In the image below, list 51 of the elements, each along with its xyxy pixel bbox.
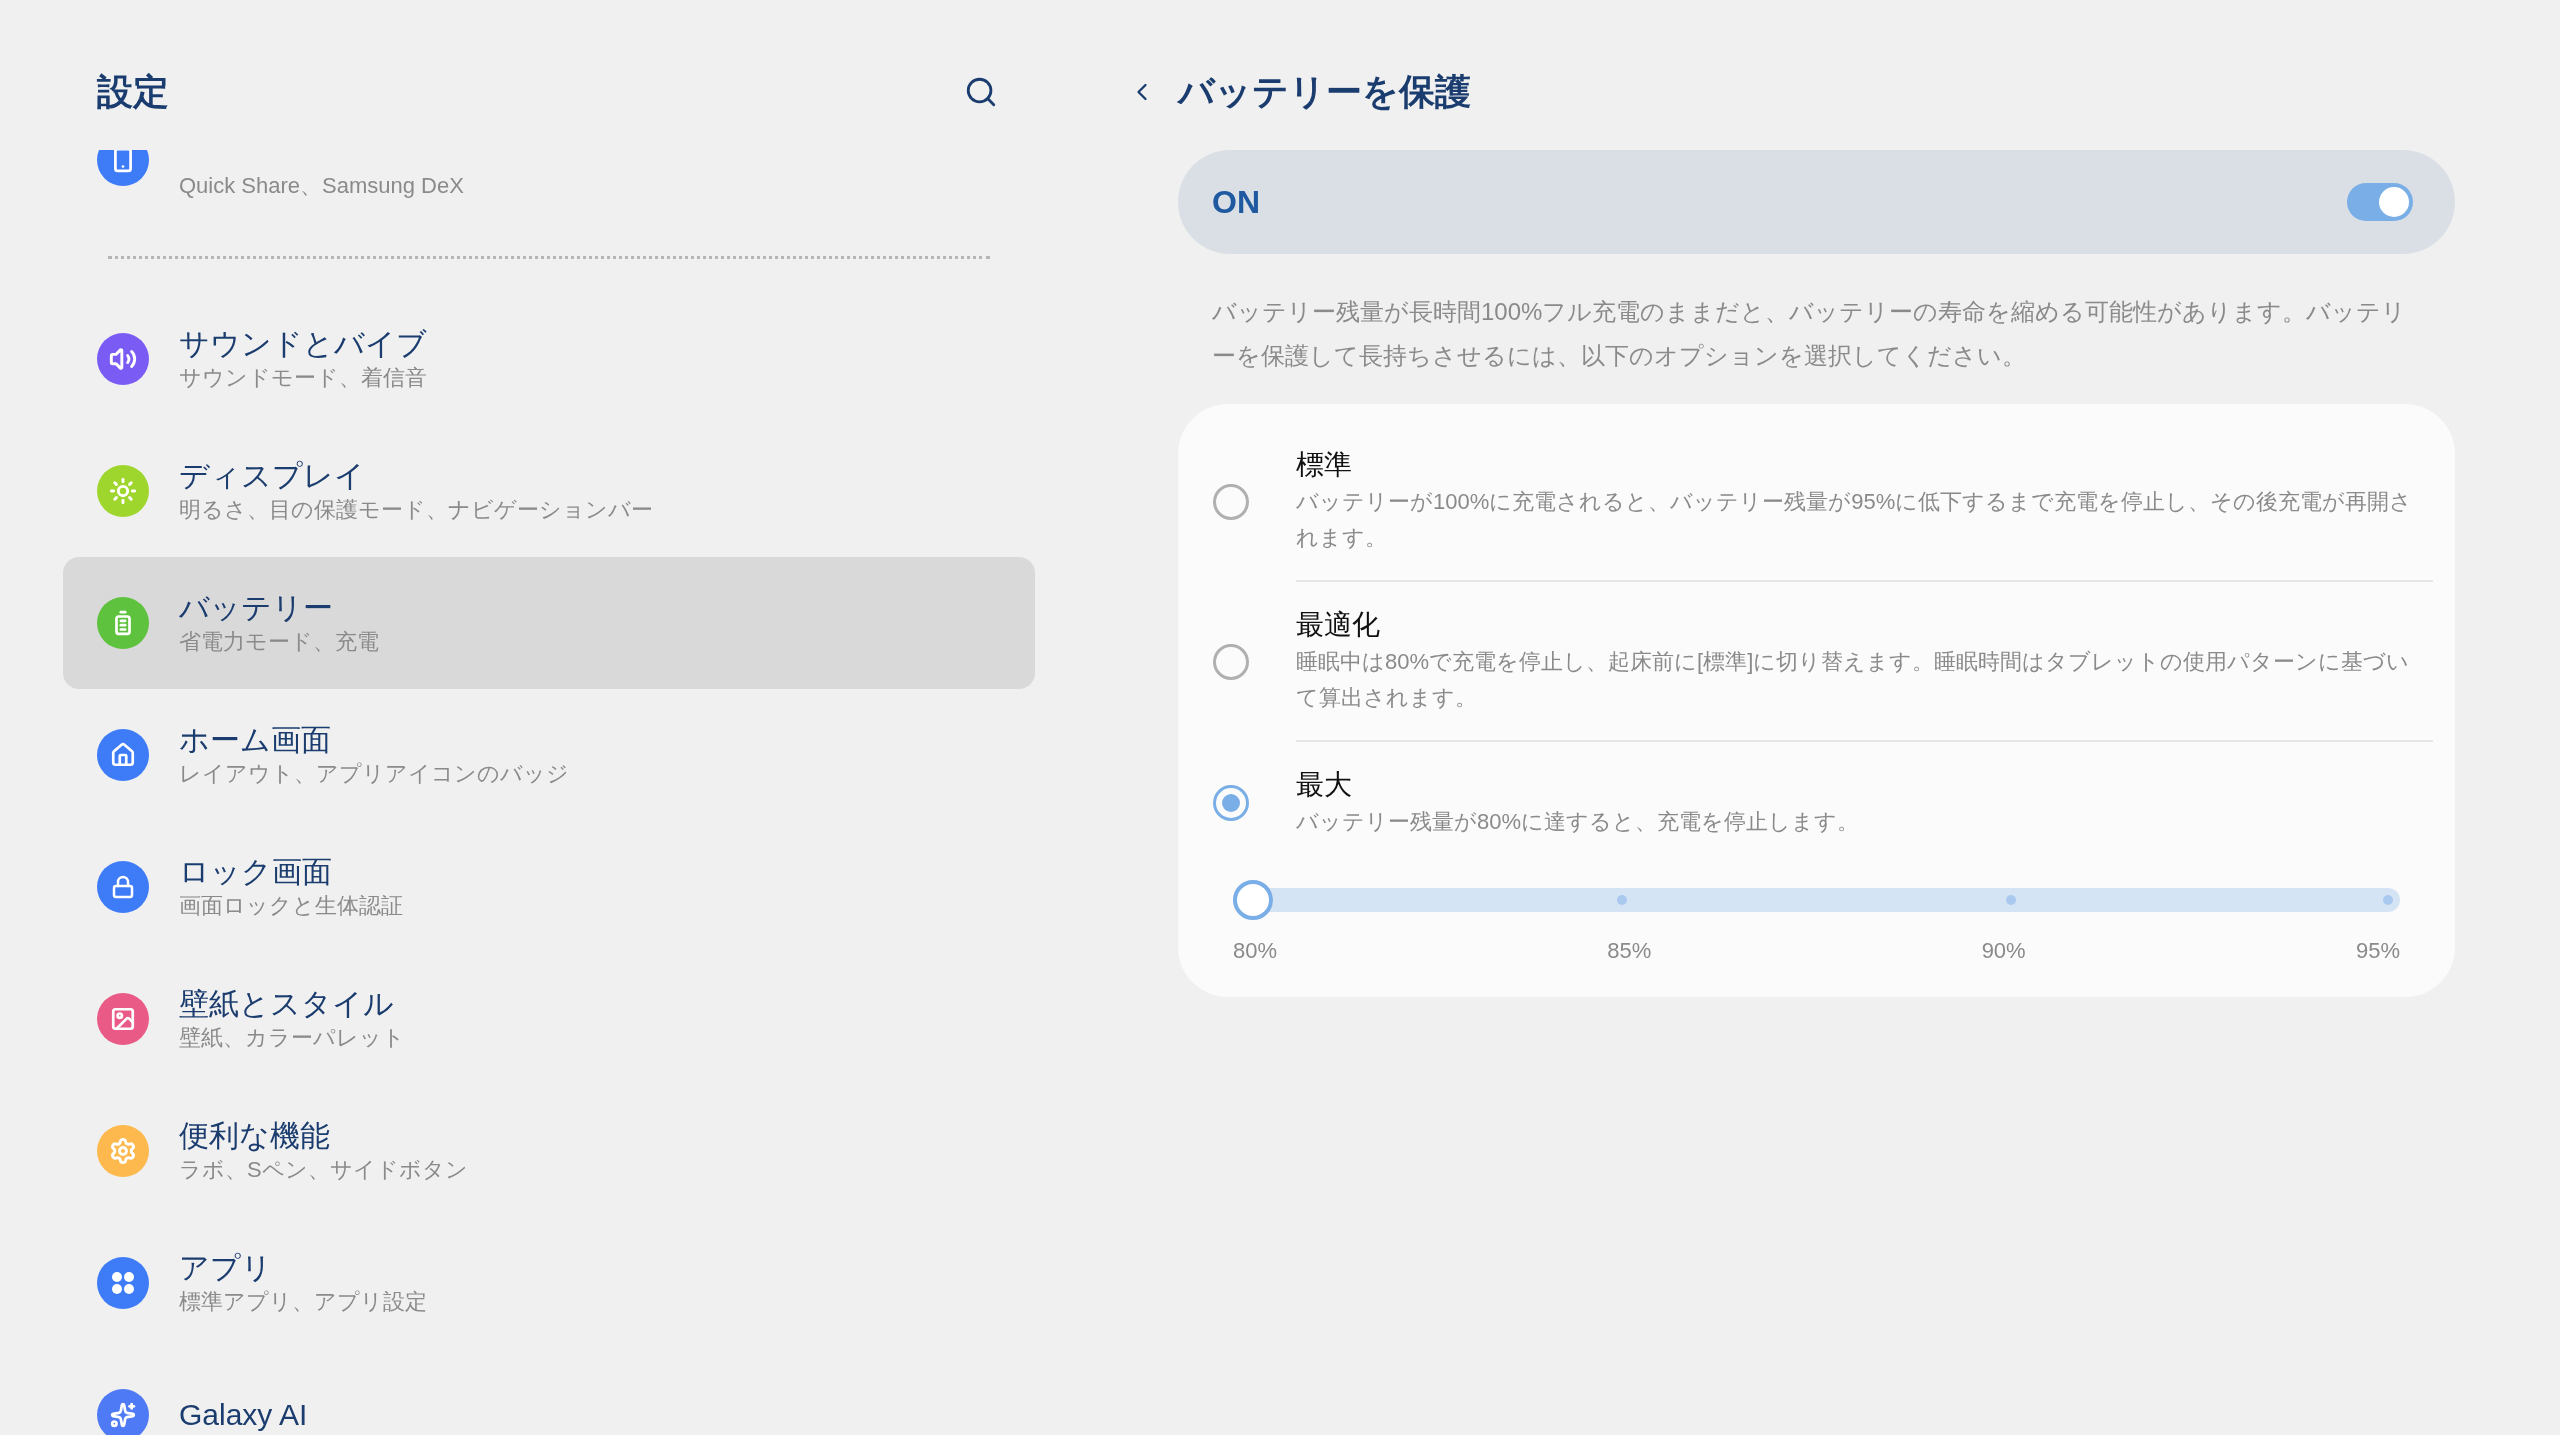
settings-item[interactable]: ホーム画面 レイアウト、アプリアイコンのバッジ [63, 689, 1035, 821]
sidebar-title: 設定 [97, 70, 169, 114]
item-subtitle: 標準アプリ、アプリ設定 [179, 1288, 427, 1316]
option-title: 最適化 [1296, 608, 1381, 642]
item-subtitle: 壁紙、カラーパレット [179, 1024, 405, 1052]
description-text: バッテリー残量が長時間100%フル充電のままだと、バッテリーの寿命を縮める可能性があります。バッテリーを保護して長持ちさせるには、以下のオプションを選択してください。 [1211, 297, 2408, 371]
item-title: Galaxy AI [179, 1397, 308, 1433]
settings-item[interactable]: 壁紙とスタイル 壁紙、カラーパレット [63, 953, 1035, 1085]
option-description: バッテリーが100%に充電されると、バッテリー残量が95%に低下するまで充電を停止し、その後充電が再開されます。 [1296, 488, 2414, 552]
item-subtitle: レイアウト、アプリアイコンのバッジ [179, 760, 569, 788]
item-subtitle: サウンドモード、着信音 [179, 364, 427, 392]
option-title: 標準 [1296, 448, 1353, 482]
item-subtitle: 省電力モード、充電 [179, 628, 379, 656]
switch-label: ON [1212, 183, 1260, 222]
radio-button[interactable] [1213, 785, 1249, 821]
item-subtitle: 明るさ、目の保護モード、ナビゲーションバー [179, 496, 653, 524]
radio-button[interactable] [1213, 644, 1249, 680]
radio-button[interactable] [1213, 484, 1249, 520]
option-title: 最大 [1296, 768, 1353, 802]
tick-label: 90% [1981, 937, 2026, 965]
toggle-switch[interactable] [2347, 183, 2413, 221]
tick-mark [2006, 895, 2016, 905]
settings-item[interactable]: アプリ 標準アプリ、アプリ設定 [63, 1217, 1035, 1349]
settings-item[interactable]: バッテリー 省電力モード、充電 [63, 557, 1035, 689]
option-description: 睡眠中は80%で充電を停止し、起床前に[標準]に切り替えます。睡眠時間はタブレットの使用パターンに基づいて算出されます。 [1296, 648, 2411, 712]
tick-mark [2383, 895, 2393, 905]
item-subtitle: Quick Share、Samsung DeX [179, 172, 464, 200]
slider-thumb[interactable] [1233, 880, 1273, 920]
item-title: ロック画面 [179, 854, 333, 890]
tick-label: 85% [1607, 937, 1652, 965]
tick-label: 80% [1233, 937, 1278, 965]
tick-mark [1617, 895, 1627, 905]
settings-item[interactable]: 便利な機能 ラボ、Sペン、サイドボタン [63, 1085, 1035, 1217]
item-title: ディスプレイ [179, 458, 366, 494]
option-description: バッテリー残量が80%に達すると、充電を停止します。 [1296, 808, 1861, 836]
settings-item[interactable]: ディスプレイ 明るさ、目の保護モード、ナビゲーションバー [63, 425, 1035, 557]
item-title: 壁紙とスタイル [179, 986, 395, 1022]
settings-item[interactable]: Galaxy AI [63, 1349, 1035, 1435]
tick-label: 95% [2355, 937, 2400, 965]
item-subtitle: 画面ロックと生体認証 [179, 892, 403, 920]
item-title: バッテリー [179, 590, 334, 626]
item-title: サウンドとバイブ [179, 326, 427, 362]
settings-item[interactable]: サウンドとバイブ サウンドモード、着信音 [63, 293, 1035, 425]
page-title: バッテリーを保護 [1178, 70, 1471, 114]
master-switch-bar[interactable]: ON [1178, 150, 2455, 254]
item-title: 便利な機能 [179, 1118, 331, 1154]
slider[interactable] [1233, 880, 2400, 920]
settings-item[interactable]: ロック画面 画面ロックと生体認証 [63, 821, 1035, 953]
item-title: アプリ [179, 1250, 273, 1286]
item-title: ホーム画面 [179, 722, 332, 758]
item-subtitle: ラボ、Sペン、サイドボタン [179, 1156, 468, 1184]
